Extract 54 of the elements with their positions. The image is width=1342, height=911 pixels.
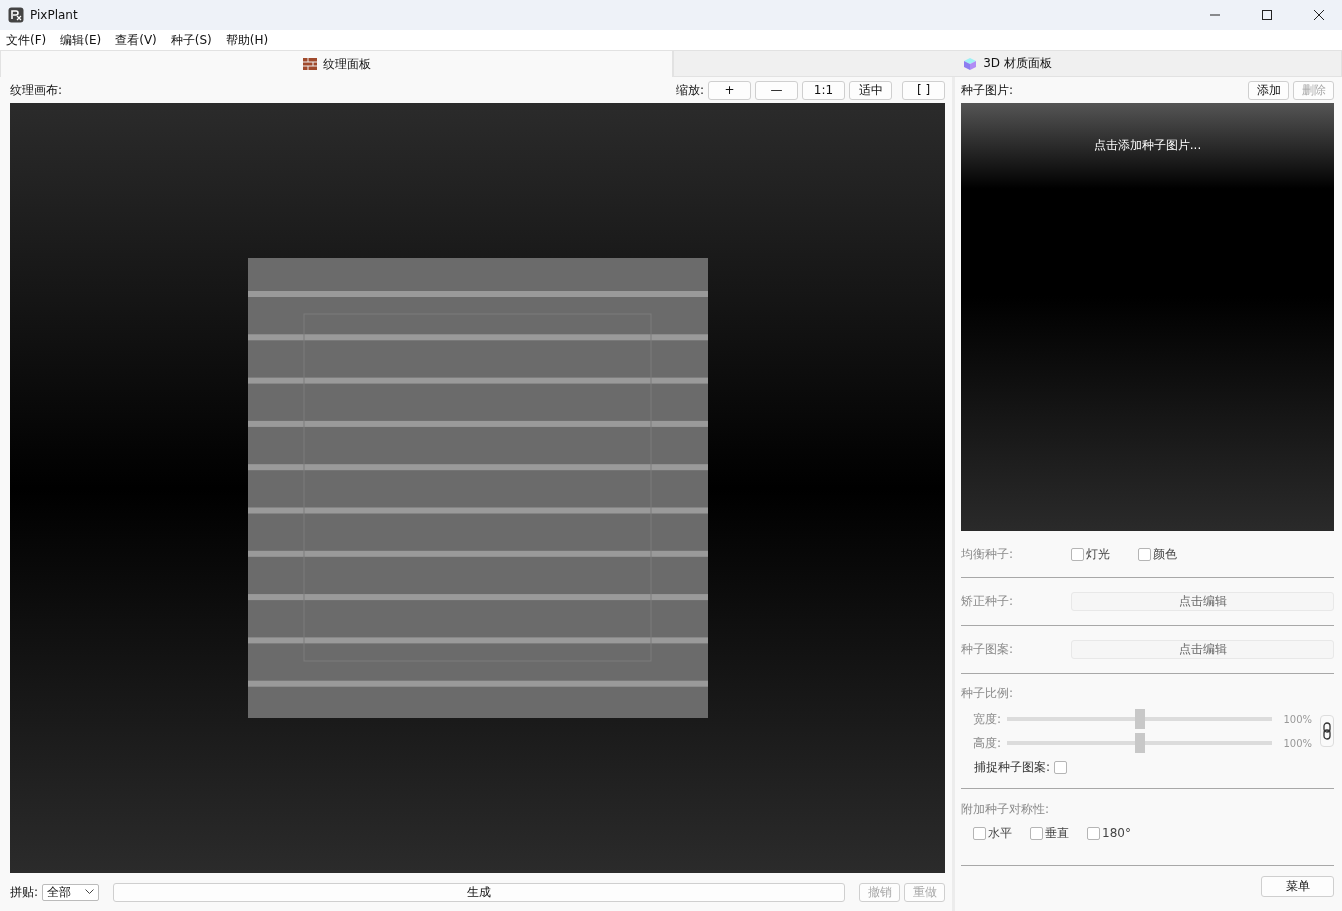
- menu-item[interactable]: 文件(F): [6, 31, 47, 49]
- checkbox-label: 180°: [1102, 826, 1131, 840]
- capture-label: 捕捉种子图案:: [974, 758, 1051, 776]
- checkbox[interactable]: [1087, 826, 1100, 840]
- menu-item[interactable]: 查看(V): [115, 31, 157, 49]
- checkbox-label: 颜色: [1153, 545, 1177, 563]
- zoom-label: 缩放:: [675, 81, 704, 99]
- slider-reading: 100%: [1282, 713, 1312, 725]
- seed-image-area[interactable]: 点击添加种子图片...: [961, 103, 1334, 531]
- link-toggle[interactable]: [1320, 715, 1334, 747]
- window-title: PixPlant: [30, 8, 78, 22]
- balance-label: 均衡种子:: [961, 546, 1014, 561]
- checkbox[interactable]: [1138, 547, 1151, 561]
- checkbox-label: 水平: [988, 824, 1012, 842]
- brick-icon: [302, 58, 317, 70]
- seed-image-label: 种子图片:: [961, 81, 1014, 99]
- generate-button[interactable]: 生成: [113, 882, 845, 902]
- checkbox-label: 灯光: [1086, 545, 1110, 563]
- slider-thumb[interactable]: [1134, 733, 1145, 753]
- tile-dropdown[interactable]: 全部: [42, 883, 100, 901]
- chevron-icon: [85, 889, 95, 895]
- menu-item[interactable]: 种子(S): [170, 31, 212, 49]
- symmetry-label: 附加种子对称性:: [961, 800, 1050, 818]
- panel-tab[interactable]: 3D 材质面板: [673, 50, 1342, 77]
- tile-label: 拼贴:: [10, 883, 39, 901]
- zoom-button[interactable]: 适中: [849, 80, 892, 100]
- app-logo-icon: [8, 7, 24, 23]
- add-button[interactable]: 添加: [1248, 80, 1289, 100]
- checkbox[interactable]: [1030, 826, 1043, 840]
- zoom-button[interactable]: [ ]: [902, 80, 945, 100]
- menu-button[interactable]: 菜单: [1261, 875, 1334, 897]
- section-label: 种子图案:: [961, 642, 1014, 656]
- menu-item[interactable]: 帮助(H): [225, 31, 269, 49]
- menu-item[interactable]: 编辑(E): [60, 31, 102, 49]
- checkbox[interactable]: [973, 826, 986, 840]
- edit-button[interactable]: 点击编辑: [1071, 592, 1334, 611]
- checkbox[interactable]: [1054, 760, 1068, 774]
- slider-label: 高度:: [973, 734, 1002, 752]
- canvas-label: 纹理画布:: [10, 81, 63, 99]
- chain-icon: [1323, 722, 1331, 740]
- zoom-button[interactable]: +: [708, 80, 751, 100]
- slider-label: 宽度:: [973, 710, 1002, 728]
- edit-button[interactable]: 点击编辑: [1071, 640, 1334, 659]
- scale-label: 种子比例:: [961, 684, 1014, 702]
- zoom-button[interactable]: —: [755, 80, 798, 100]
- section-label: 矫正种子:: [961, 594, 1014, 608]
- checkbox[interactable]: [1071, 547, 1084, 561]
- checkbox-label: 垂直: [1045, 824, 1069, 842]
- add-seed-hint: 点击添加种子图片...: [1093, 137, 1202, 153]
- cube-icon: [963, 56, 978, 71]
- zoom-button[interactable]: 1:1: [802, 80, 845, 100]
- panel-tab[interactable]: 纹理面板: [0, 50, 673, 77]
- slider-thumb[interactable]: [1134, 709, 1145, 729]
- slider-reading: 100%: [1282, 737, 1312, 749]
